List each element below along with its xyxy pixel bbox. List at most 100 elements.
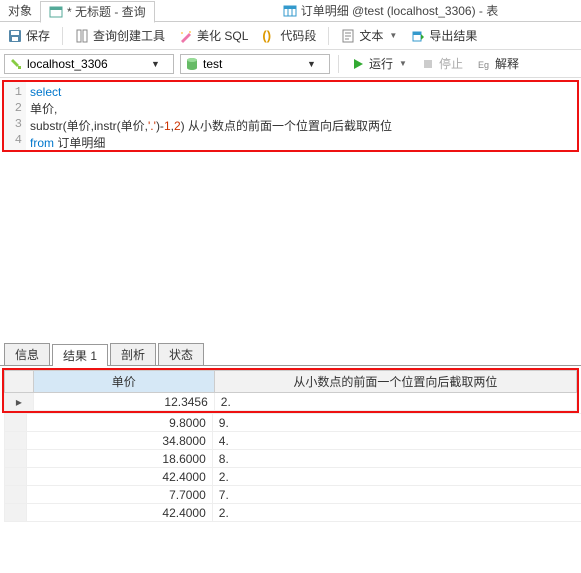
svg-text:Eg: Eg bbox=[478, 60, 489, 70]
tab-query-label: * 无标题 - 查询 bbox=[67, 3, 146, 20]
database-icon bbox=[185, 57, 199, 71]
cell[interactable]: 7.7000 bbox=[26, 486, 212, 504]
text-icon bbox=[341, 29, 355, 43]
table-row[interactable]: ▸ 12.3456 2. bbox=[5, 393, 577, 411]
query-builder-icon bbox=[75, 29, 89, 43]
result-grid-header-frame: 单价 从小数点的前面一个位置向后截取两位 ▸ 12.3456 2. bbox=[2, 368, 579, 413]
cell[interactable]: 2. bbox=[212, 468, 581, 486]
cell[interactable]: 34.8000 bbox=[26, 432, 212, 450]
export-icon bbox=[411, 29, 425, 43]
run-label: 运行 bbox=[369, 55, 393, 72]
header-row: 单价 从小数点的前面一个位置向后截取两位 bbox=[5, 371, 577, 393]
tab-result[interactable]: 结果 1 bbox=[52, 344, 108, 366]
code-keyword: select bbox=[30, 85, 61, 99]
run-button[interactable]: 运行 ▼ bbox=[347, 53, 411, 74]
stop-button: 停止 bbox=[417, 53, 467, 74]
chevron-down-icon: ▼ bbox=[151, 59, 160, 69]
rowhead bbox=[5, 450, 27, 468]
tab-object-label: 对象 bbox=[8, 2, 32, 19]
line-gutter: 1234 bbox=[4, 82, 26, 150]
cell[interactable]: 4. bbox=[212, 432, 581, 450]
code-snippet-button[interactable]: () 代码段 bbox=[258, 25, 320, 46]
chevron-down-icon: ▼ bbox=[389, 31, 397, 40]
code-text: 单价, bbox=[30, 102, 57, 116]
tab-query[interactable]: * 无标题 - 查询 bbox=[40, 1, 155, 23]
export-label: 导出结果 bbox=[429, 27, 477, 44]
connection-combo[interactable]: ▼ bbox=[4, 54, 174, 74]
result-tabs: 信息 结果 1 剖析 状态 bbox=[0, 344, 581, 366]
text-button[interactable]: 文本 ▼ bbox=[337, 25, 401, 46]
separator bbox=[328, 27, 329, 45]
sql-code[interactable]: select 单价, substr(单价,instr(单价,'.')-1,2) … bbox=[26, 82, 396, 150]
cell[interactable]: 9. bbox=[212, 414, 581, 432]
cell[interactable]: 42.4000 bbox=[26, 468, 212, 486]
code-number: 1 bbox=[164, 119, 171, 133]
code-text: 订单明细 bbox=[54, 136, 105, 150]
code-snippet-label: 代码段 bbox=[280, 27, 316, 44]
toolbar-main: 保存 查询创建工具 美化 SQL () 代码段 文本 ▼ 导出结果 bbox=[0, 22, 581, 50]
cell[interactable]: 8. bbox=[212, 450, 581, 468]
code-number: 2 bbox=[174, 119, 181, 133]
result-grid-rest: 9.80009. 34.80004. 18.60008. 42.40002. 7… bbox=[4, 413, 581, 522]
rowhead bbox=[5, 414, 27, 432]
table-row[interactable]: 7.70007. bbox=[5, 486, 581, 504]
schema-input[interactable] bbox=[203, 56, 303, 72]
explain-button[interactable]: Eg 解释 bbox=[473, 53, 523, 74]
tab-status[interactable]: 状态 bbox=[158, 343, 204, 365]
connection-input[interactable] bbox=[27, 56, 147, 72]
table-row[interactable]: 42.40002. bbox=[5, 468, 581, 486]
cell[interactable]: 2. bbox=[212, 504, 581, 522]
play-icon bbox=[351, 57, 365, 71]
explain-icon: Eg bbox=[477, 57, 491, 71]
table-row[interactable]: 34.80004. bbox=[5, 432, 581, 450]
rowhead bbox=[5, 468, 27, 486]
code-string: '.' bbox=[148, 119, 156, 133]
text-label: 文本 bbox=[359, 27, 383, 44]
rowhead bbox=[5, 432, 27, 450]
column-header-2[interactable]: 从小数点的前面一个位置向后截取两位 bbox=[214, 371, 576, 393]
query-icon bbox=[49, 5, 63, 19]
chevron-down-icon: ▼ bbox=[399, 59, 407, 68]
table-row[interactable]: 18.60008. bbox=[5, 450, 581, 468]
stop-icon bbox=[421, 57, 435, 71]
beautify-label: 美化 SQL bbox=[197, 27, 248, 44]
connection-icon bbox=[9, 57, 23, 71]
save-icon bbox=[8, 29, 22, 43]
cell[interactable]: 42.4000 bbox=[26, 504, 212, 522]
code-text: ) 从小数点的前面一个位置向后截取两位 bbox=[181, 119, 392, 133]
cell[interactable]: 12.3456 bbox=[33, 393, 214, 411]
save-button[interactable]: 保存 bbox=[4, 25, 54, 46]
table-row[interactable]: 42.40002. bbox=[5, 504, 581, 522]
editor-blank-area[interactable] bbox=[0, 154, 581, 344]
beautify-icon bbox=[179, 29, 193, 43]
table-row[interactable]: 9.80009. bbox=[5, 414, 581, 432]
row-pointer: ▸ bbox=[5, 393, 34, 411]
export-button[interactable]: 导出结果 bbox=[407, 25, 481, 46]
cell[interactable]: 18.6000 bbox=[26, 450, 212, 468]
tab-object[interactable]: 对象 bbox=[0, 0, 40, 22]
rowhead bbox=[5, 504, 27, 522]
rowhead-corner bbox=[5, 371, 34, 393]
cell[interactable]: 9.8000 bbox=[26, 414, 212, 432]
stop-label: 停止 bbox=[439, 55, 463, 72]
code-snippet-icon: () bbox=[262, 29, 276, 43]
cell[interactable]: 2. bbox=[214, 393, 576, 411]
cell[interactable]: 7. bbox=[212, 486, 581, 504]
code-text: substr(单价,instr(单价, bbox=[30, 119, 148, 133]
code-text: )- bbox=[156, 119, 164, 133]
column-header-1[interactable]: 单价 bbox=[33, 371, 214, 393]
schema-combo[interactable]: ▼ bbox=[180, 54, 330, 74]
result-grid: 单价 从小数点的前面一个位置向后截取两位 ▸ 12.3456 2. bbox=[4, 370, 577, 411]
separator bbox=[62, 27, 63, 45]
beautify-button[interactable]: 美化 SQL bbox=[175, 25, 252, 46]
query-builder-button[interactable]: 查询创建工具 bbox=[71, 25, 169, 46]
tab-info[interactable]: 信息 bbox=[4, 343, 50, 365]
table-icon bbox=[283, 4, 297, 18]
tab-profile[interactable]: 剖析 bbox=[110, 343, 156, 365]
query-builder-label: 查询创建工具 bbox=[93, 27, 165, 44]
tab-table[interactable]: 订单明细 @test (localhost_3306) - 表 bbox=[275, 0, 507, 22]
rowhead bbox=[5, 486, 27, 504]
sql-editor[interactable]: 1234 select 单价, substr(单价,instr(单价,'.')-… bbox=[2, 80, 579, 152]
explain-label: 解释 bbox=[495, 55, 519, 72]
document-tabs: 对象 * 无标题 - 查询 订单明细 @test (localhost_3306… bbox=[0, 0, 581, 22]
